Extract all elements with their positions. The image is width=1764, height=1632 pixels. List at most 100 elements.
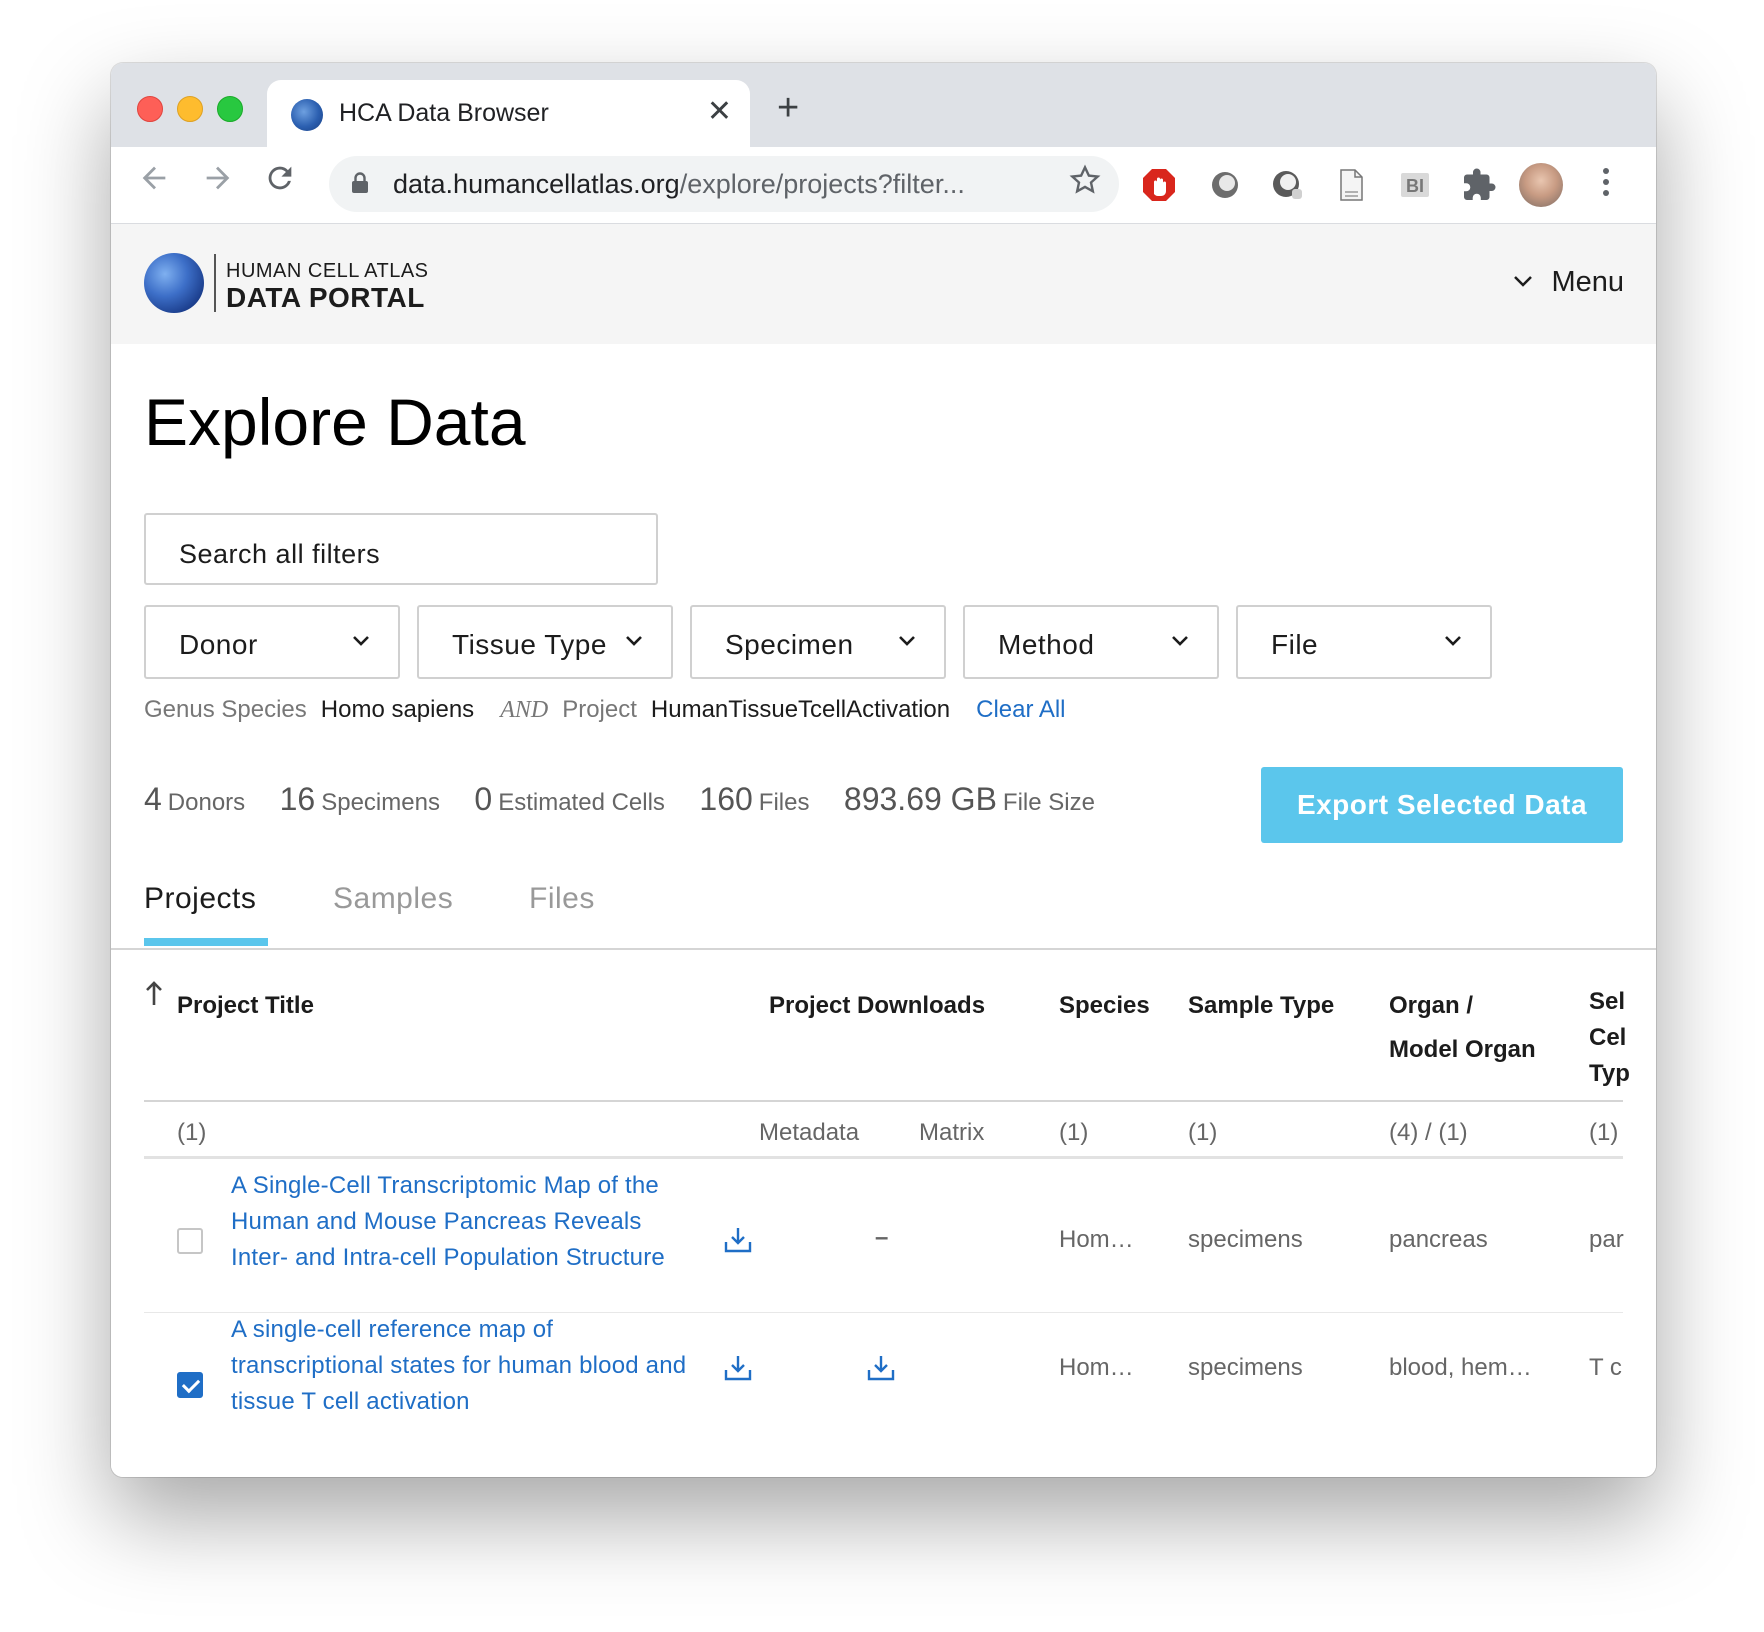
filter-label: Method — [998, 629, 1095, 660]
search-filters-input[interactable]: Search all filters — [144, 513, 658, 585]
header-divider — [144, 1100, 1623, 1102]
cell-organ: pancreas — [1389, 1226, 1488, 1253]
stop-hand-extension-icon[interactable] — [1141, 167, 1177, 203]
minimize-window-button[interactable] — [177, 96, 203, 122]
tab-title: HCA Data Browser — [339, 99, 549, 127]
stat-donors: 4 Donors — [144, 781, 245, 818]
stat-value: 16 — [279, 781, 316, 817]
stat-estimated-cells: 0 Estimated Cells — [474, 781, 665, 818]
active-tab-indicator — [144, 938, 268, 946]
stat-label: Estimated Cells — [498, 789, 665, 816]
project-title-link[interactable]: A Single-Cell Transcriptomic Map of the … — [231, 1168, 691, 1276]
column-header-cell-line3: Typ — [1589, 1060, 1629, 1087]
stat-value: 160 — [699, 781, 753, 817]
circle-extension-icon[interactable] — [1207, 167, 1243, 203]
column-header-cell-line1: Sel — [1589, 988, 1626, 1015]
logo-text-bottom[interactable]: DATA PORTAL — [226, 282, 425, 314]
organ-count: (4) / (1) — [1389, 1119, 1468, 1146]
column-header-cell-line2: Cel — [1589, 1024, 1627, 1051]
export-selected-data-button[interactable]: Export Selected Data — [1261, 767, 1623, 843]
column-header-species[interactable]: Species — [1059, 984, 1150, 1028]
filter-label: File — [1271, 629, 1319, 660]
stat-label: Donors — [167, 789, 246, 816]
browser-window: HCA Data Browser ✕ + data.humancellatlas… — [111, 63, 1656, 1477]
page-title: Explore Data — [144, 385, 526, 459]
stat-label: File Size — [1002, 789, 1095, 816]
svg-text:BI: BI — [1406, 176, 1424, 196]
selected-filter-value[interactable]: Homo sapiens — [321, 696, 474, 723]
data-tabs: Projects Samples Files — [111, 882, 1656, 950]
document-extension-icon[interactable] — [1333, 167, 1369, 203]
stat-value: 0 — [474, 781, 493, 817]
chevron-down-icon — [1442, 629, 1464, 651]
subheader-divider — [144, 1156, 1623, 1159]
reload-icon[interactable] — [263, 161, 297, 206]
project-count: (1) — [177, 1119, 207, 1146]
filter-tissue-type[interactable]: Tissue Type — [417, 605, 673, 679]
download-icon[interactable] — [722, 1224, 754, 1256]
forward-arrow-icon[interactable] — [201, 161, 235, 206]
search-extension-icon[interactable] — [1269, 167, 1305, 203]
logo-text-top[interactable]: HUMAN CELL ATLAS — [226, 260, 429, 283]
cell-cell-type: par — [1589, 1226, 1624, 1253]
summary-stats: 4 Donors 16 Specimens 0 Estimated Cells 160… — [144, 781, 1125, 818]
column-header-project-title[interactable]: Project Title — [177, 984, 314, 1028]
stat-specimens: 16 Specimens — [280, 781, 440, 818]
stat-files: 160 Files — [699, 781, 809, 818]
column-header-sample-type[interactable]: Sample Type — [1188, 984, 1334, 1028]
row-checkbox[interactable] — [177, 1372, 203, 1398]
stat-label: Files — [758, 789, 810, 816]
filter-donor[interactable]: Donor — [144, 605, 400, 679]
selected-filter-key: Project — [562, 696, 637, 723]
and-operator: AND — [500, 697, 549, 723]
close-window-button[interactable] — [137, 96, 163, 122]
lock-icon — [351, 172, 369, 194]
puzzle-extension-icon[interactable] — [1461, 167, 1497, 203]
filter-file[interactable]: File — [1236, 605, 1492, 679]
new-tab-button[interactable]: + — [777, 89, 799, 127]
column-header-project-downloads: Project Downloads — [769, 992, 986, 1019]
download-icon[interactable] — [865, 1352, 897, 1384]
filter-method[interactable]: Method — [963, 605, 1219, 679]
clear-all-link[interactable]: Clear All — [976, 696, 1065, 723]
address-bar[interactable]: data.humancellatlas.org/explore/projects… — [329, 156, 1119, 212]
filter-label: Tissue Type — [452, 629, 607, 660]
cell-cell-type: T c — [1589, 1354, 1622, 1381]
back-arrow-icon[interactable] — [137, 161, 171, 206]
column-header-organ[interactable]: Organ / Model Organ — [1389, 984, 1536, 1072]
hca-logo-icon[interactable] — [144, 253, 204, 313]
maximize-window-button[interactable] — [217, 96, 243, 122]
project-title-link[interactable]: A single-cell reference map of transcrip… — [231, 1312, 691, 1420]
filter-specimen[interactable]: Specimen — [690, 605, 946, 679]
stat-file-size: 893.69 GB File Size — [844, 781, 1095, 818]
download-icon[interactable] — [722, 1352, 754, 1384]
menu-button[interactable]: Menu — [1513, 266, 1624, 299]
tab-projects[interactable]: Projects — [144, 882, 256, 916]
page-content: HUMAN CELL ATLAS DATA PORTAL Menu Explor… — [111, 224, 1656, 1477]
column-header-organ-line2: Model Organ — [1389, 1036, 1536, 1063]
tab-samples[interactable]: Samples — [333, 882, 453, 916]
column-header-organ-line1: Organ / — [1389, 992, 1474, 1019]
selected-filter-key: Genus Species — [144, 696, 307, 723]
logo-divider — [214, 254, 216, 312]
bi-extension-icon[interactable]: BI — [1397, 167, 1433, 203]
selected-filter-value[interactable]: HumanTissueTcellActivation — [651, 696, 950, 723]
kebab-menu-icon[interactable] — [1601, 165, 1611, 208]
profile-avatar[interactable] — [1519, 163, 1563, 207]
column-header-selected-cell-type[interactable]: Sel Cel Typ — [1589, 984, 1629, 1092]
filter-label: Specimen — [725, 629, 854, 660]
site-header: HUMAN CELL ATLAS DATA PORTAL Menu — [111, 224, 1656, 344]
tab-close-icon[interactable]: ✕ — [707, 94, 732, 129]
chevron-down-icon — [1513, 271, 1533, 294]
filter-label: Donor — [179, 629, 258, 660]
sort-arrow-up-icon[interactable] — [144, 980, 164, 1015]
browser-tab[interactable]: HCA Data Browser ✕ — [267, 80, 750, 147]
row-checkbox[interactable] — [177, 1228, 203, 1254]
stat-value: 893.69 GB — [843, 781, 997, 817]
cell-species: Hom… — [1059, 1226, 1134, 1253]
tab-files[interactable]: Files — [529, 882, 595, 916]
subheader-matrix: Matrix — [919, 1119, 985, 1146]
cell-sample-type: specimens — [1188, 1354, 1303, 1381]
star-icon[interactable] — [1069, 164, 1101, 205]
url-text: data.humancellatlas.org/explore/projects… — [393, 169, 965, 199]
